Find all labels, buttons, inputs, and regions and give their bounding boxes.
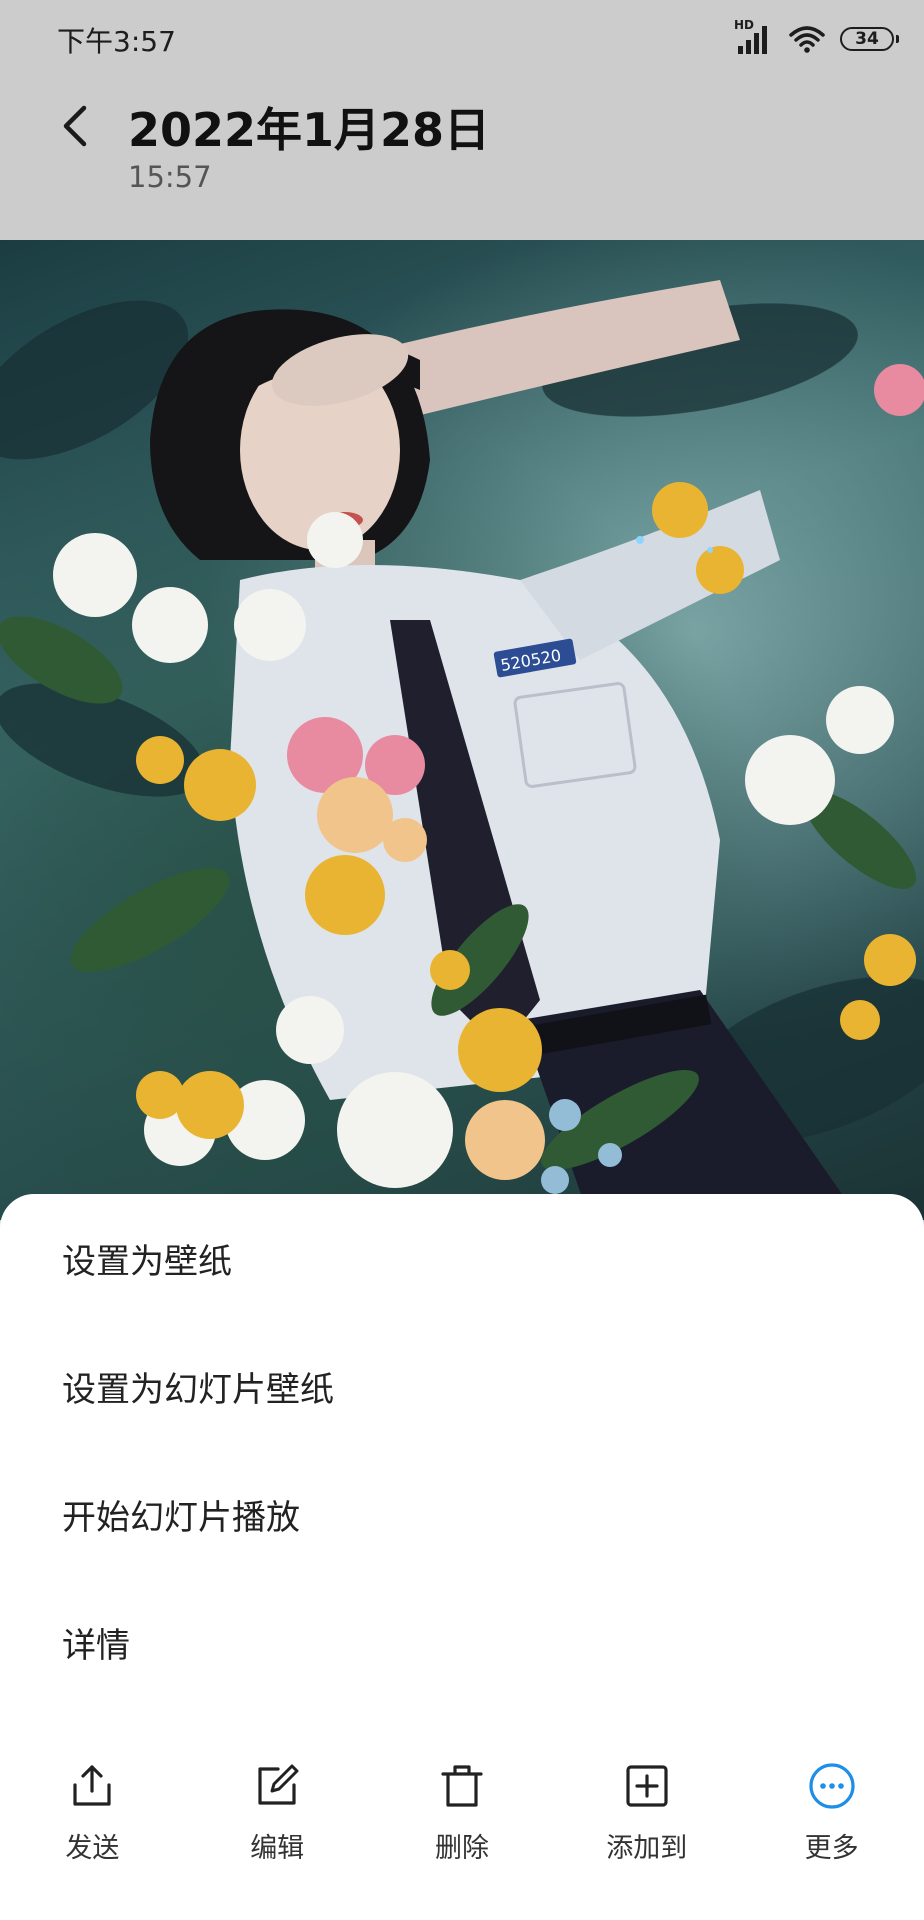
- add-box-icon: [621, 1760, 673, 1812]
- status-time: 下午3:57: [57, 25, 176, 58]
- signal-icon: HD: [734, 18, 774, 56]
- trash-icon: [436, 1760, 488, 1812]
- photo-header: 2022年1月28日 15:57: [0, 78, 924, 238]
- page-title: 2022年1月28日: [128, 103, 491, 157]
- details-option[interactable]: 详情: [0, 1578, 924, 1706]
- add-to-label: 添加到: [606, 1833, 688, 1864]
- hd-badge: HD: [734, 18, 755, 32]
- set-wallpaper-option[interactable]: 设置为壁纸: [0, 1194, 924, 1322]
- more-label: 更多: [804, 1833, 859, 1864]
- add-to-button[interactable]: 添加到: [554, 1760, 739, 1910]
- photo-illustration: 520520: [0, 280, 924, 1220]
- edit-icon: [251, 1760, 303, 1812]
- options-menu: 设置为壁纸 设置为幻灯片壁纸 开始幻灯片播放 详情: [0, 1194, 924, 1706]
- send-button[interactable]: 发送: [0, 1760, 185, 1910]
- wifi-icon: [788, 24, 826, 54]
- send-label: 发送: [65, 1833, 120, 1864]
- delete-label: 删除: [434, 1833, 489, 1864]
- share-icon: [66, 1760, 118, 1812]
- status-icons: HD 34: [734, 18, 899, 58]
- gallery-screen: 下午3:57 HD 34 2022年1月28日 15:57 520520 设置为…: [0, 0, 924, 1920]
- more-options-sheet: 设置为壁纸 设置为幻灯片壁纸 开始幻灯片播放 详情 发送 编辑 删除 添加到 更…: [0, 1194, 924, 1920]
- battery-level: 34: [855, 29, 879, 49]
- start-slideshow-option[interactable]: 开始幻灯片播放: [0, 1450, 924, 1578]
- edit-label: 编辑: [250, 1833, 305, 1864]
- photo-preview[interactable]: 520520: [0, 240, 924, 1220]
- delete-button[interactable]: 删除: [370, 1760, 555, 1910]
- page-subtitle: 15:57: [128, 160, 212, 194]
- bottom-action-bar: 发送 编辑 删除 添加到 更多: [0, 1760, 924, 1910]
- more-button[interactable]: 更多: [739, 1760, 924, 1910]
- back-button[interactable]: [50, 96, 100, 156]
- chevron-left-icon: [63, 105, 87, 147]
- edit-button[interactable]: 编辑: [185, 1760, 370, 1910]
- more-icon: [806, 1760, 858, 1812]
- battery-icon: 34: [840, 27, 899, 51]
- status-bar: 下午3:57 HD 34: [0, 0, 924, 78]
- set-slideshow-wallpaper-option[interactable]: 设置为幻灯片壁纸: [0, 1322, 924, 1450]
